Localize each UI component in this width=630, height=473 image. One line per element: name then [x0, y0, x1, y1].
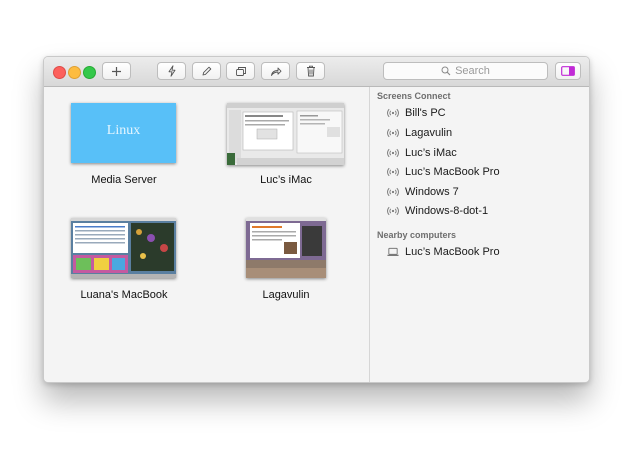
sidebar-item-label: Windows 7 [405, 186, 459, 198]
linux-thumb-label: Linux [106, 123, 141, 138]
edit-button[interactable] [192, 62, 221, 80]
computer-thumbnail-lagavulin[interactable] [246, 218, 326, 278]
sidebar-item-bills-pc[interactable]: Bill's PC [387, 104, 446, 122]
broadcast-icon [387, 147, 399, 159]
duplicate-icon [235, 66, 246, 76]
sidebar-item-nearby-lucs-macbook-pro[interactable]: Luc’s MacBook Pro [387, 243, 500, 261]
share-button[interactable] [261, 62, 290, 80]
plus-icon [112, 66, 121, 76]
sidebar-item-windows-8-dot-1[interactable]: Windows-8-dot-1 [387, 202, 488, 220]
sidebar-toggle-button[interactable] [555, 62, 581, 80]
sidebar-icon [561, 66, 575, 76]
pencil-icon [202, 66, 212, 75]
nearby-computers-heading: Nearby computers [377, 230, 457, 240]
computer-grid: Linux Media Server Luc’s iMac Luana's Ma… [44, 87, 369, 382]
computer-name: Luana's MacBook [80, 289, 168, 301]
computer-thumbnail-luanas-macbook[interactable] [71, 218, 176, 278]
delete-button[interactable] [296, 62, 325, 80]
sidebar-item-lucs-imac[interactable]: Luc’s iMac [387, 144, 457, 162]
computer-name: Lagavulin [262, 289, 310, 301]
search-input[interactable]: Search [383, 62, 548, 80]
sidebar-item-label: Luc’s MacBook Pro [405, 246, 500, 258]
sidebar-item-label: Luc’s iMac [405, 147, 457, 159]
sidebar-item-label: Luc’s MacBook Pro [405, 166, 500, 178]
trash-icon [306, 65, 315, 77]
laptop-icon [387, 246, 399, 258]
computer-name: Luc’s iMac [260, 174, 312, 186]
sidebar-item-lucs-macbook-pro[interactable]: Luc’s MacBook Pro [387, 163, 500, 181]
sidebar-item-lagavulin[interactable]: Lagavulin [387, 124, 452, 142]
minimize-window-button[interactable] [68, 66, 81, 79]
add-computer-button[interactable] [102, 62, 131, 80]
sidebar-item-label: Bill's PC [405, 107, 446, 119]
computer-name: Media Server [91, 174, 157, 186]
toolbar: Search [44, 57, 589, 87]
duplicate-button[interactable] [226, 62, 255, 80]
screens-connect-heading: Screens Connect [377, 91, 451, 101]
broadcast-icon [387, 127, 399, 139]
quick-connect-button[interactable] [157, 62, 186, 80]
broadcast-icon [387, 205, 399, 217]
computer-thumbnail-lucs-imac[interactable] [227, 103, 344, 165]
close-window-button[interactable] [53, 66, 66, 79]
broadcast-icon [387, 166, 399, 178]
sidebar: Screens Connect Bill's PC Lagavulin Luc’… [370, 87, 589, 382]
computer-thumbnail-media-server[interactable]: Linux [71, 103, 176, 163]
screen-preview [227, 103, 344, 165]
sidebar-item-label: Windows-8-dot-1 [405, 205, 489, 217]
app-window: Search Linux Media Server Luc’s iMac Lua… [43, 56, 590, 383]
broadcast-icon [387, 186, 399, 198]
screen-preview [71, 218, 176, 278]
screen-preview [246, 218, 326, 278]
zoom-window-button[interactable] [83, 66, 96, 79]
search-icon [441, 66, 451, 76]
broadcast-icon [387, 107, 399, 119]
search-placeholder: Search [455, 65, 490, 77]
share-icon [270, 67, 281, 76]
sidebar-item-windows-7[interactable]: Windows 7 [387, 183, 459, 201]
lightning-icon [168, 65, 175, 77]
sidebar-item-label: Lagavulin [405, 127, 453, 139]
